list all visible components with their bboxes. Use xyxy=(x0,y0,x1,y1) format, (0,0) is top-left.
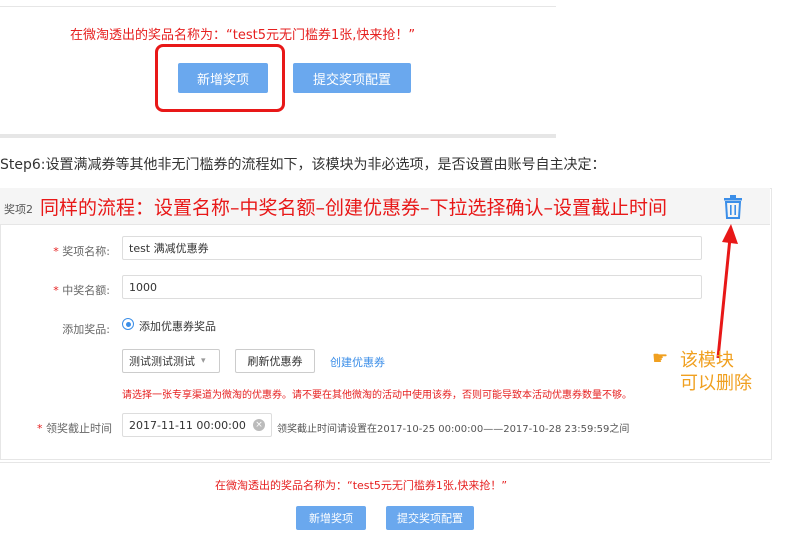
deadline-hint: 领奖截止时间请设置在2017-10-25 00:00:00——2017-10-2… xyxy=(277,424,630,435)
prize-index-label: 奖项2 xyxy=(4,203,33,216)
coupon-radio[interactable] xyxy=(122,318,134,330)
submit-prize-config-button-bottom[interactable]: 提交奖项配置 xyxy=(386,506,474,530)
coupon-select[interactable]: 测试测试测试 ▾ xyxy=(122,349,220,373)
coupon-select-value: 测试测试测试 xyxy=(129,355,195,368)
winner-count-label: * 中奖名额: xyxy=(53,284,110,297)
deadline-value: 2017-11-11 00:00:00 xyxy=(129,418,246,432)
trash-icon[interactable] xyxy=(722,195,744,219)
add-prize-label: 添加奖品: xyxy=(62,323,110,336)
chevron-down-icon: ▾ xyxy=(201,356,206,366)
prize-name-input[interactable]: test 满减优惠券 xyxy=(122,236,702,260)
winner-count-input[interactable]: 1000 xyxy=(122,275,702,299)
flow-annotation: 同样的流程：设置名称–中奖名额–创建优惠券–下拉选择确认–设置截止时间 xyxy=(40,197,668,219)
refresh-coupon-button[interactable]: 刷新优惠券 xyxy=(235,349,315,373)
deadline-label: * 领奖截止时间 xyxy=(37,422,112,435)
bottom-panel xyxy=(0,462,770,538)
submit-prize-config-button[interactable]: 提交奖项配置 xyxy=(293,63,411,93)
coupon-radio-label: 添加优惠券奖品 xyxy=(139,320,216,333)
pointing-hand-icon: ☛ xyxy=(652,348,669,369)
red-arrow-annotation xyxy=(716,224,738,359)
clear-icon[interactable]: × xyxy=(253,419,265,431)
delete-annotation-line1: 该模块 xyxy=(680,350,734,371)
delete-annotation-line2: 可以删除 xyxy=(680,373,752,394)
highlight-box xyxy=(155,44,285,112)
create-coupon-link[interactable]: 创建优惠券 xyxy=(330,354,385,370)
divider xyxy=(0,6,556,7)
step-description: Step6:设置满减券等其他非无门槛券的流程如下，该模块为非必选项，是否设置由账… xyxy=(0,157,606,173)
prize-name-text-bottom: 在微淘透出的奖品名称为：“test5元无门槛券1张,快来抢！” xyxy=(215,479,508,492)
add-prize-button-bottom[interactable]: 新增奖项 xyxy=(296,506,366,530)
deadline-input[interactable]: 2017-11-11 00:00:00 × xyxy=(122,413,272,437)
prize-name-label: * 奖项名称: xyxy=(53,245,110,258)
coupon-warning: 请选择一张专享渠道为微淘的优惠券。请不要在其他微淘的活动中使用该券，否则可能导致… xyxy=(122,390,632,401)
prize-name-text: 在微淘透出的奖品名称为：“test5元无门槛券1张,快来抢！” xyxy=(70,28,416,43)
